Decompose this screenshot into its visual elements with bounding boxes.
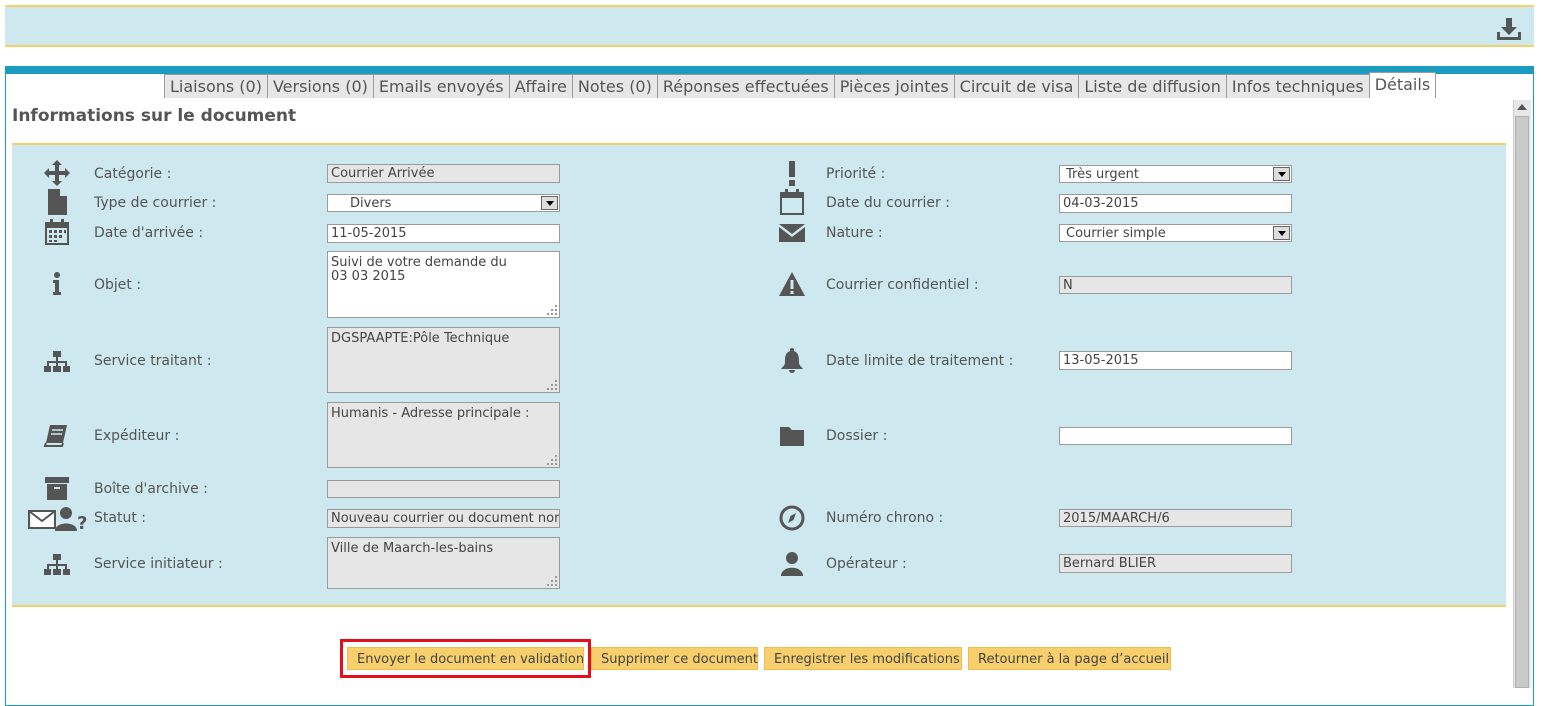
date-limite-label: Date limite de traitement : xyxy=(826,353,1014,369)
folder-icon xyxy=(778,422,806,450)
objet-label: Objet : xyxy=(94,277,142,293)
send-validation-button[interactable]: Envoyer le document en validation xyxy=(347,647,584,670)
objet-value: Suivi de votre demande du 03 03 2015 xyxy=(331,255,507,284)
confidentiel-label: Courrier confidentiel : xyxy=(826,277,979,293)
numero-chrono-label: Numéro chrono : xyxy=(826,510,944,526)
tab-emails[interactable]: Emails envoyés xyxy=(372,74,510,98)
date-arrivee-label: Date d'arrivée : xyxy=(94,225,204,241)
resize-grip-icon[interactable] xyxy=(547,305,557,315)
warning-icon xyxy=(778,270,806,298)
chevron-down-icon[interactable] xyxy=(1273,167,1290,181)
objet-textarea[interactable]: Suivi de votre demande du 03 03 2015 xyxy=(327,251,560,318)
scrollbar[interactable] xyxy=(1513,100,1531,688)
service-initiateur-field: Ville de Maarch-les-bains xyxy=(327,537,560,589)
date-courrier-label: Date du courrier : xyxy=(826,195,950,211)
confidentiel-field: N xyxy=(1059,276,1292,294)
chevron-down-icon[interactable] xyxy=(541,196,558,210)
tab-details[interactable]: Détails xyxy=(1368,72,1437,98)
bell-icon xyxy=(778,347,806,375)
envelope-icon xyxy=(778,218,806,246)
move-icon xyxy=(43,159,71,187)
archive-icon xyxy=(43,474,71,502)
categorie-field: Courrier Arrivée xyxy=(327,164,560,183)
mail-user-question-icon: ? xyxy=(28,504,88,532)
download-icon[interactable] xyxy=(1496,17,1522,41)
service-traitant-field: DGSPAAPTE:Pôle Technique xyxy=(327,327,560,393)
priorite-label: Priorité : xyxy=(826,166,886,182)
delete-document-button[interactable]: Supprimer ce document xyxy=(591,647,758,670)
date-arrivee-input[interactable]: 11-05-2015 xyxy=(327,224,560,243)
nature-select[interactable]: Courrier simple xyxy=(1059,224,1292,242)
dossier-input[interactable] xyxy=(1059,427,1292,445)
priorite-value: Très urgent xyxy=(1066,167,1139,182)
resize-grip-icon[interactable] xyxy=(547,455,557,465)
tab-reponses[interactable]: Réponses effectuées xyxy=(656,74,835,98)
compass-icon xyxy=(778,504,806,532)
type-courrier-value: Divers xyxy=(350,196,392,211)
top-toolbar xyxy=(5,5,1534,47)
service-traitant-value: DGSPAAPTE:Pôle Technique xyxy=(331,331,510,346)
numero-chrono-field: 2015/MAARCH/6 xyxy=(1059,509,1292,527)
svg-text:?: ? xyxy=(77,513,87,532)
return-home-button[interactable]: Retourner à la page d’accueil xyxy=(968,647,1171,670)
tab-liaisons[interactable]: Liaisons (0) xyxy=(164,74,268,98)
nature-label: Nature : xyxy=(826,225,883,241)
org-chart-icon xyxy=(43,347,71,375)
statut-label: Statut : xyxy=(94,510,146,526)
type-courrier-select[interactable]: Divers xyxy=(327,194,560,212)
section-title: Informations sur le document xyxy=(12,106,297,126)
tab-versions[interactable]: Versions (0) xyxy=(266,74,374,98)
book-icon xyxy=(43,422,71,450)
exclamation-icon xyxy=(778,159,806,187)
info-icon xyxy=(43,270,71,298)
scrollbar-thumb[interactable] xyxy=(1515,116,1529,688)
expediteur-field: Humanis - Adresse principale : xyxy=(327,402,560,468)
boite-archive-label: Boîte d'archive : xyxy=(94,481,208,497)
service-initiateur-label: Service initiateur : xyxy=(94,556,223,572)
expediteur-value: Humanis - Adresse principale : xyxy=(331,406,530,421)
resize-grip-icon[interactable] xyxy=(547,576,557,586)
service-traitant-label: Service traitant : xyxy=(94,353,212,369)
nature-value: Courrier simple xyxy=(1066,226,1166,241)
scroll-up-icon[interactable] xyxy=(1517,104,1527,110)
service-initiateur-value: Ville de Maarch-les-bains xyxy=(331,541,494,556)
date-courrier-input[interactable]: 04-03-2015 xyxy=(1059,194,1292,213)
calendar-empty-icon xyxy=(778,188,806,216)
save-changes-button[interactable]: Enregistrer les modifications xyxy=(764,647,962,670)
operateur-label: Opérateur : xyxy=(826,556,907,572)
priorite-select[interactable]: Très urgent xyxy=(1059,165,1292,183)
calendar-icon xyxy=(43,218,71,246)
operateur-field: Bernard BLIER xyxy=(1059,554,1292,573)
tab-affaire[interactable]: Affaire xyxy=(508,74,573,98)
tab-circuit-visa[interactable]: Circuit de visa xyxy=(953,74,1080,98)
tab-bar: Liaisons (0) Versions (0) Emails envoyés… xyxy=(164,72,1437,98)
tab-liste-diffusion[interactable]: Liste de diffusion xyxy=(1078,74,1227,98)
statut-field: Nouveau courrier ou document non xyxy=(327,509,560,528)
categorie-label: Catégorie : xyxy=(94,166,172,182)
dossier-label: Dossier : xyxy=(826,428,888,444)
user-icon xyxy=(778,550,806,578)
boite-archive-field xyxy=(327,480,560,498)
date-limite-input[interactable]: 13-05-2015 xyxy=(1059,351,1292,370)
expediteur-label: Expéditeur : xyxy=(94,428,180,444)
tab-pieces-jointes[interactable]: Pièces jointes xyxy=(833,74,955,98)
tab-notes[interactable]: Notes (0) xyxy=(571,74,658,98)
type-courrier-label: Type de courrier : xyxy=(94,195,217,211)
tab-infos-techniques[interactable]: Infos techniques xyxy=(1225,74,1370,98)
org-chart-icon xyxy=(43,550,71,578)
chevron-down-icon[interactable] xyxy=(1273,226,1290,240)
file-icon xyxy=(43,188,71,216)
resize-grip-icon[interactable] xyxy=(547,380,557,390)
